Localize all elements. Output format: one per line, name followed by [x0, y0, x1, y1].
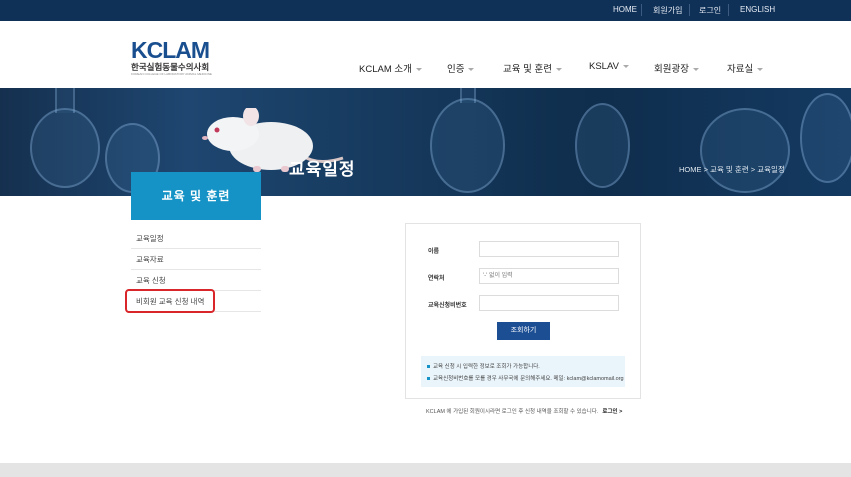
login-shortcut-link[interactable]: 로그인 > — [602, 409, 622, 415]
notice-box: 교육 신청 시 입력한 정보로 조회가 가능합니다. 교육신청비번호를 모를 경… — [421, 356, 625, 387]
notice-text: 교육신청비번호를 모를 경우 사무국에 문의해주세요. 메일: kclam@kc… — [433, 376, 624, 382]
lookup-button[interactable]: 조회하기 — [497, 322, 550, 340]
member-note: KCLAM 에 가입된 회원이시라면 로그인 후 신청 내역을 조회할 수 있습… — [426, 407, 622, 415]
nav-label: 회원광장 — [654, 64, 689, 75]
login-link[interactable]: 로그인 — [699, 5, 721, 16]
nav-label: 교육 및 훈련 — [503, 64, 552, 75]
nav-member-plaza[interactable]: 회원광장 — [654, 61, 699, 75]
sidebar-item-apply[interactable]: 교육 신청 — [131, 270, 261, 291]
name-input[interactable] — [479, 241, 619, 257]
flask-image — [700, 108, 790, 193]
bullet-icon — [427, 377, 430, 381]
nav-label: 인증 — [447, 64, 465, 75]
chevron-down-icon — [415, 67, 422, 71]
divider — [728, 4, 729, 16]
sidebar-item-materials[interactable]: 교육자료 — [131, 249, 261, 270]
flask-neck — [460, 88, 476, 103]
bullet-icon — [427, 365, 430, 369]
notice-text: 교육 신청 시 입력한 정보로 조회가 가능합니다. — [433, 364, 540, 370]
logo-english: KOREAN COLLEGE OF LABORATORY ANIMAL MEDI… — [131, 72, 212, 76]
password-label: 교육신청비번호 — [428, 303, 467, 309]
sidebar-item-schedule[interactable]: 교육일정 — [131, 228, 261, 249]
chevron-down-icon — [468, 67, 475, 71]
home-link[interactable]: HOME — [613, 5, 637, 14]
phone-input[interactable]: '-' 없이 입력 — [479, 268, 619, 284]
nav-label: 자료실 — [727, 64, 754, 75]
nav-kclam-intro[interactable]: KCLAM 소개 — [359, 61, 422, 75]
site-header: KCLAM 한국실험동물수의사회 KOREAN COLLEGE OF LABOR… — [0, 21, 851, 88]
notice-line: 교육신청비번호를 모를 경우 사무국에 문의해주세요. 메일: kclam@kc… — [427, 374, 624, 382]
logo-mark: KCLAM — [131, 37, 210, 63]
page-banner: 교육일정 HOME > 교육 및 훈련 > 교육일정 — [0, 88, 851, 196]
sidebar-title: 교육 및 훈련 — [131, 172, 261, 220]
english-link[interactable]: ENGLISH — [740, 5, 775, 14]
nav-certification[interactable]: 인증 — [447, 61, 475, 75]
chevron-down-icon — [622, 64, 629, 68]
member-note-text: KCLAM 에 가입된 회원이시라면 로그인 후 신청 내역을 조회할 수 있습… — [426, 409, 599, 415]
chevron-down-icon — [555, 67, 562, 71]
nav-kslav[interactable]: KSLAV — [589, 61, 629, 72]
signup-link[interactable]: 회원가입 — [653, 5, 682, 16]
flask-image — [30, 108, 100, 188]
chevron-down-icon — [757, 67, 764, 71]
flask-neck — [55, 88, 75, 113]
phone-label: 연락처 — [428, 276, 445, 282]
highlight-box — [125, 289, 215, 313]
flask-image — [430, 98, 505, 193]
footer-strip — [0, 463, 851, 477]
name-label: 이름 — [428, 249, 440, 255]
nav-education[interactable]: 교육 및 훈련 — [503, 61, 562, 75]
divider — [641, 4, 642, 16]
top-utility-bar: HOME 회원가입 로그인 ENGLISH — [0, 0, 851, 21]
breadcrumb: HOME > 교육 및 훈련 > 교육일정 — [679, 165, 785, 174]
divider — [689, 4, 690, 16]
kclam-logo[interactable]: KCLAM 한국실험동물수의사회 KOREAN COLLEGE OF LABOR… — [131, 37, 223, 76]
notice-line: 교육 신청 시 입력한 정보로 조회가 가능합니다. — [427, 362, 540, 370]
password-input[interactable] — [479, 295, 619, 311]
flask-image — [575, 103, 630, 188]
nav-label: KCLAM 소개 — [359, 64, 412, 75]
nav-label: KSLAV — [589, 61, 619, 72]
flask-image — [800, 93, 851, 183]
page-title: 교육일정 — [289, 160, 356, 179]
nav-archive[interactable]: 자료실 — [727, 61, 764, 75]
chevron-down-icon — [692, 67, 699, 71]
